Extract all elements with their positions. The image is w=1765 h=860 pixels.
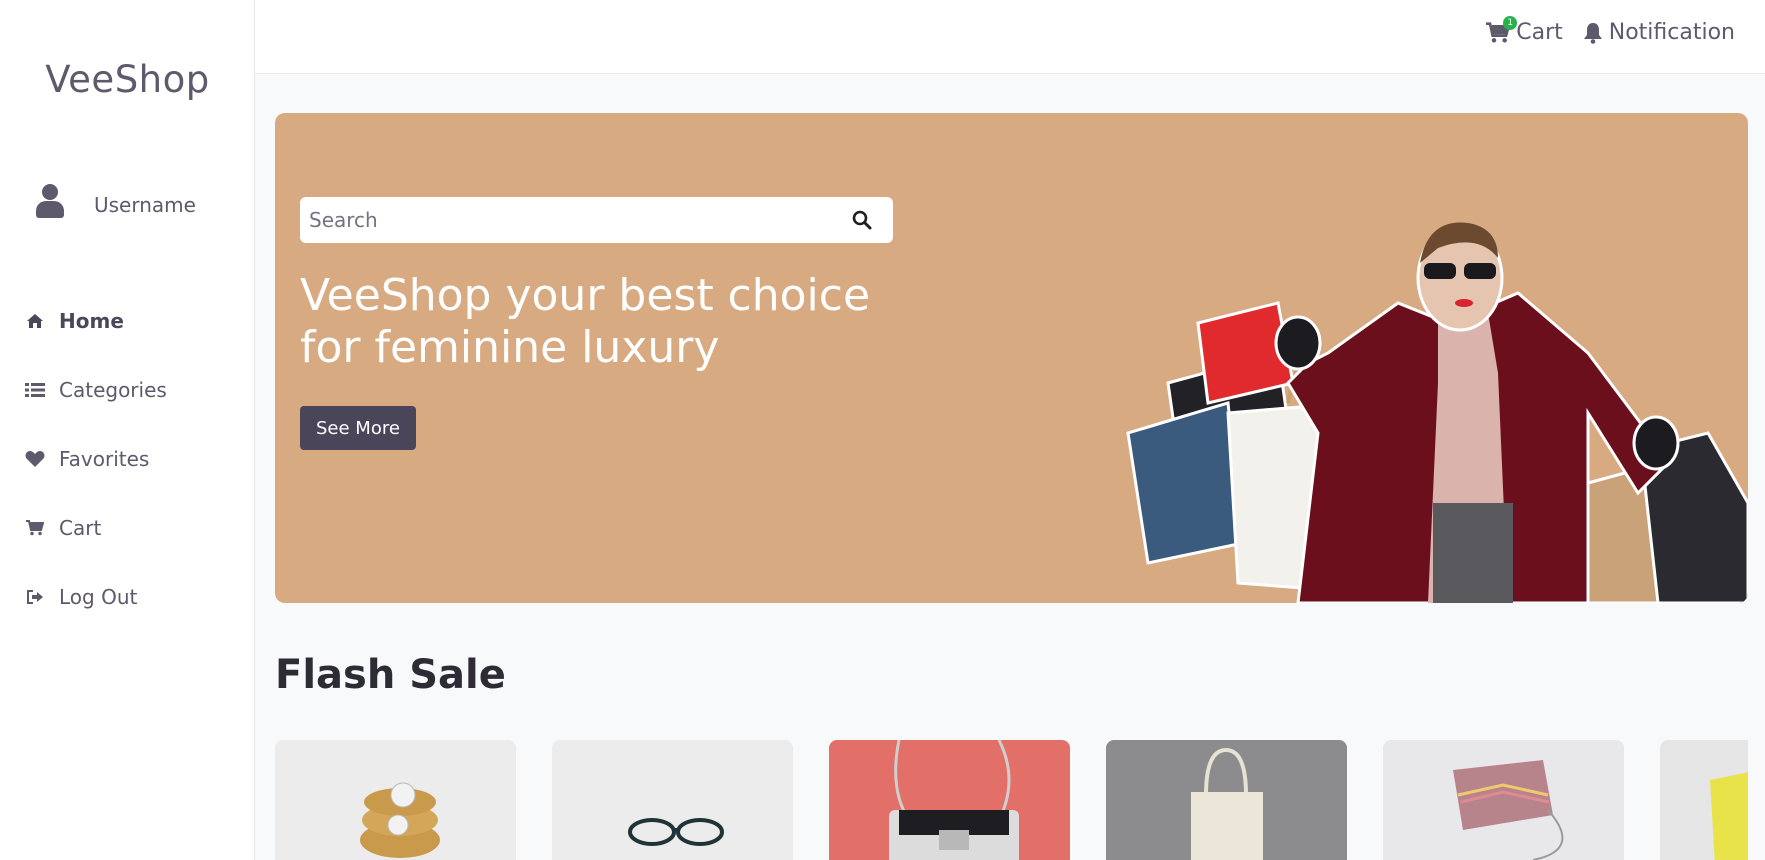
sidebar-item-label: Categories xyxy=(59,377,167,402)
hero-image xyxy=(1126,222,1748,603)
search-button[interactable] xyxy=(840,198,884,242)
top-actions: 1 Cart Notification xyxy=(1486,16,1735,45)
sidebar-item-logout[interactable]: Log Out xyxy=(25,562,167,631)
app-logo[interactable]: VeeShop xyxy=(0,58,255,101)
sidebar-item-categories[interactable]: Categories xyxy=(25,355,167,424)
cart-count-badge: 1 xyxy=(1503,16,1518,30)
search-bar xyxy=(300,197,893,243)
product-card[interactable] xyxy=(1660,740,1748,860)
sidebar-item-label: Cart xyxy=(59,515,102,540)
cart-link-label: Cart xyxy=(1516,20,1563,45)
product-image xyxy=(1710,772,1748,860)
top-bar: 1 Cart Notification xyxy=(255,0,1765,74)
product-card[interactable] xyxy=(275,740,516,860)
product-image xyxy=(1453,760,1564,860)
sidebar-nav: Home Categories Favorites Cart Log Out xyxy=(25,286,167,631)
hero-title: VeeShop your best choice for feminine lu… xyxy=(300,270,871,373)
sidebar: VeeShop Username Home Categories Favorit… xyxy=(0,0,255,860)
product-image xyxy=(628,818,724,846)
list-icon xyxy=(25,380,45,400)
bell-icon xyxy=(1583,22,1602,44)
home-icon xyxy=(25,311,45,331)
sidebar-item-favorites[interactable]: Favorites xyxy=(25,424,167,493)
product-image xyxy=(1191,747,1263,860)
user-icon xyxy=(36,184,64,220)
hero-banner: VeeShop your best choice for feminine lu… xyxy=(275,113,1748,603)
cart-link[interactable]: 1 Cart xyxy=(1486,16,1563,45)
sidebar-item-label: Favorites xyxy=(59,446,150,471)
sidebar-item-label: Home xyxy=(59,308,124,333)
product-image xyxy=(360,782,440,858)
notification-link[interactable]: Notification xyxy=(1583,20,1735,45)
product-card[interactable] xyxy=(552,740,793,860)
username-label: Username xyxy=(94,193,196,217)
heart-icon xyxy=(25,449,45,469)
logout-icon xyxy=(25,587,45,607)
see-more-button[interactable]: See More xyxy=(300,406,416,450)
sidebar-item-cart[interactable]: Cart xyxy=(25,493,167,562)
sidebar-item-home[interactable]: Home xyxy=(25,286,167,355)
product-image xyxy=(889,740,1019,860)
cart-icon xyxy=(25,518,45,538)
product-card[interactable] xyxy=(1383,740,1624,860)
user-profile[interactable]: Username xyxy=(36,184,196,220)
flash-sale-list xyxy=(275,740,1748,860)
sidebar-item-label: Log Out xyxy=(59,584,138,609)
product-card[interactable] xyxy=(829,740,1070,860)
flash-sale-title: Flash Sale xyxy=(275,652,506,698)
search-icon xyxy=(852,210,872,230)
search-input[interactable] xyxy=(300,197,840,243)
product-card[interactable] xyxy=(1106,740,1347,860)
notification-link-label: Notification xyxy=(1608,20,1735,45)
